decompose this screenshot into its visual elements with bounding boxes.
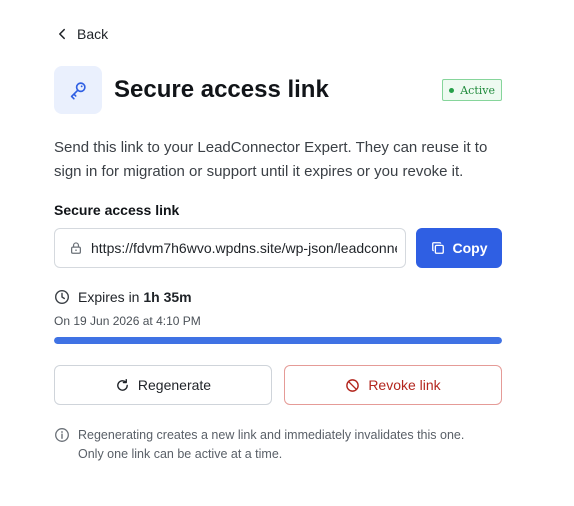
link-input[interactable]: [91, 240, 397, 256]
ban-icon: [346, 378, 360, 392]
copy-button[interactable]: Copy: [416, 228, 502, 268]
link-field[interactable]: [54, 228, 406, 268]
link-field-label: Secure access link: [54, 202, 180, 218]
back-label: Back: [77, 26, 109, 42]
copy-icon: [431, 242, 444, 254]
clock-icon: [54, 289, 70, 305]
page-title: Secure access link: [114, 76, 329, 103]
description: Send this link to your LeadConnector Exp…: [54, 139, 488, 180]
revoke-label: Revoke link: [368, 377, 441, 393]
expiry-remaining: 1h 35m: [143, 289, 192, 305]
regenerate-button[interactable]: Regenerate: [54, 365, 272, 405]
copy-button-label: Copy: [452, 240, 488, 256]
expiry-progress-bar: [54, 337, 502, 344]
lock-icon: [71, 242, 81, 254]
status-badge-label: Active: [460, 83, 495, 97]
info-note-line1: Regenerating creates a new link and imme…: [78, 428, 465, 442]
key-icon-tile: [54, 66, 102, 114]
info-note-text: Regenerating creates a new link and imme…: [78, 426, 464, 464]
regenerate-label: Regenerate: [137, 377, 212, 393]
expiry-date: On 19 Jun 2026 at 4:10 PM: [54, 314, 201, 328]
expiry-progress-fill: [54, 337, 502, 344]
info-note: Regenerating creates a new link and imme…: [54, 426, 464, 464]
chevron-left-icon: [59, 28, 65, 40]
key-icon: [70, 82, 86, 100]
refresh-icon: [117, 378, 128, 391]
revoke-button[interactable]: Revoke link: [284, 365, 502, 405]
page-header: Secure access link Active: [54, 66, 502, 114]
status-dot: [449, 87, 455, 93]
info-icon: [55, 428, 69, 442]
back-link[interactable]: Back: [55, 26, 108, 42]
expiry-row: Expires in 1h 35m: [54, 289, 192, 305]
expiry-prefix: Expires in: [78, 289, 140, 305]
info-note-line2: Only one link can be active at a time.: [78, 447, 283, 461]
status-badge: Active: [442, 79, 502, 101]
